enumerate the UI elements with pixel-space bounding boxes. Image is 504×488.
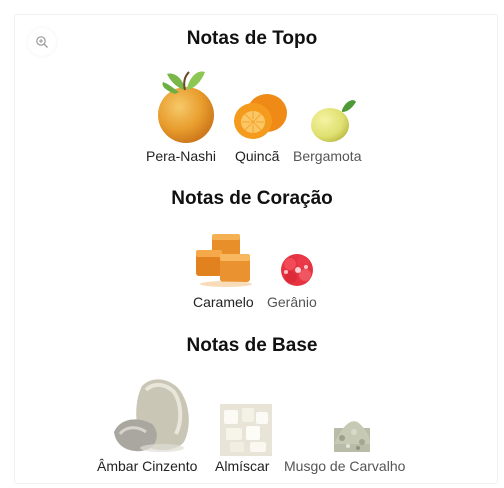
note-label-almiscar: Almíscar bbox=[215, 458, 270, 474]
caramel-image bbox=[196, 234, 252, 287]
note-label-quinca: Quincã bbox=[235, 148, 280, 164]
base-notes-title: Notas de Base bbox=[186, 335, 318, 356]
top-notes-title: Notas de Topo bbox=[186, 28, 318, 49]
musk-image bbox=[220, 404, 272, 456]
note-label-ambar-cinzento: Âmbar Cinzento bbox=[97, 458, 198, 474]
oakmoss-image bbox=[334, 421, 370, 452]
note-label-geranio: Gerânio bbox=[267, 294, 317, 310]
bergamot-image bbox=[311, 100, 356, 142]
note-label-caramelo: Caramelo bbox=[193, 294, 254, 310]
nashi-pear-image bbox=[158, 71, 214, 143]
ambergris-image bbox=[114, 379, 189, 452]
heart-notes-title: Notas de Coração bbox=[171, 188, 333, 209]
kumquat-image bbox=[234, 94, 287, 139]
note-label-musgo-de-carvalho: Musgo de Carvalho bbox=[284, 458, 406, 474]
note-label-pera-nashi: Pera-Nashi bbox=[146, 148, 217, 164]
geranium-image bbox=[281, 254, 313, 286]
note-label-bergamota: Bergamota bbox=[293, 148, 362, 164]
